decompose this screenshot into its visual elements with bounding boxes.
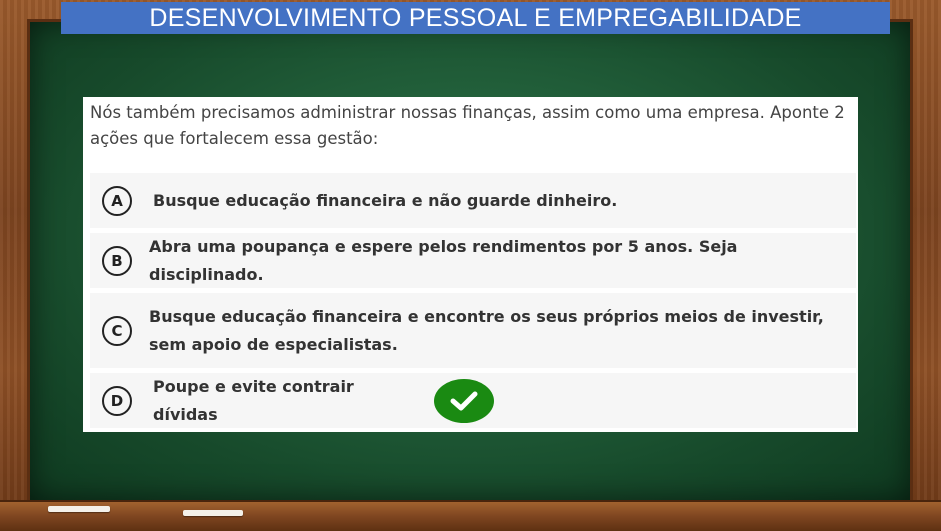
option-letter-badge: D: [102, 385, 132, 416]
option-b[interactable]: B Abra uma poupança e espere pelos rendi…: [90, 233, 856, 288]
option-text: Busque educação financeira e não guarde …: [153, 190, 618, 210]
option-letter-badge: B: [102, 245, 132, 276]
checkmark-icon: [450, 391, 478, 411]
option-c[interactable]: C Busque educação financeira e encontre …: [90, 293, 856, 368]
question-card: Nós também precisamos administrar nossas…: [83, 97, 858, 432]
question-text: Nós também precisamos administrar nossas…: [90, 103, 845, 148]
option-text: Busque educação financeira e encontre os…: [149, 306, 824, 354]
chalk-piece: [183, 510, 243, 516]
title-bar: DESENVOLVIMENTO PESSOAL E EMPREGABILIDAD…: [61, 2, 890, 34]
option-text: Poupe e evite contrair dívidas: [153, 376, 354, 424]
option-text: Abra uma poupança e espere pelos rendime…: [149, 236, 738, 284]
correct-answer-marker: [434, 379, 494, 423]
option-a[interactable]: A Busque educação financeira e não guard…: [90, 173, 856, 228]
option-letter-badge: A: [102, 185, 132, 216]
chalk-piece: [48, 506, 110, 512]
option-d[interactable]: D Poupe e evite contrair dívidas: [90, 373, 856, 428]
page-title: DESENVOLVIMENTO PESSOAL E EMPREGABILIDAD…: [149, 3, 802, 32]
option-letter-badge: C: [102, 315, 132, 346]
chalk-tray: [0, 500, 941, 531]
